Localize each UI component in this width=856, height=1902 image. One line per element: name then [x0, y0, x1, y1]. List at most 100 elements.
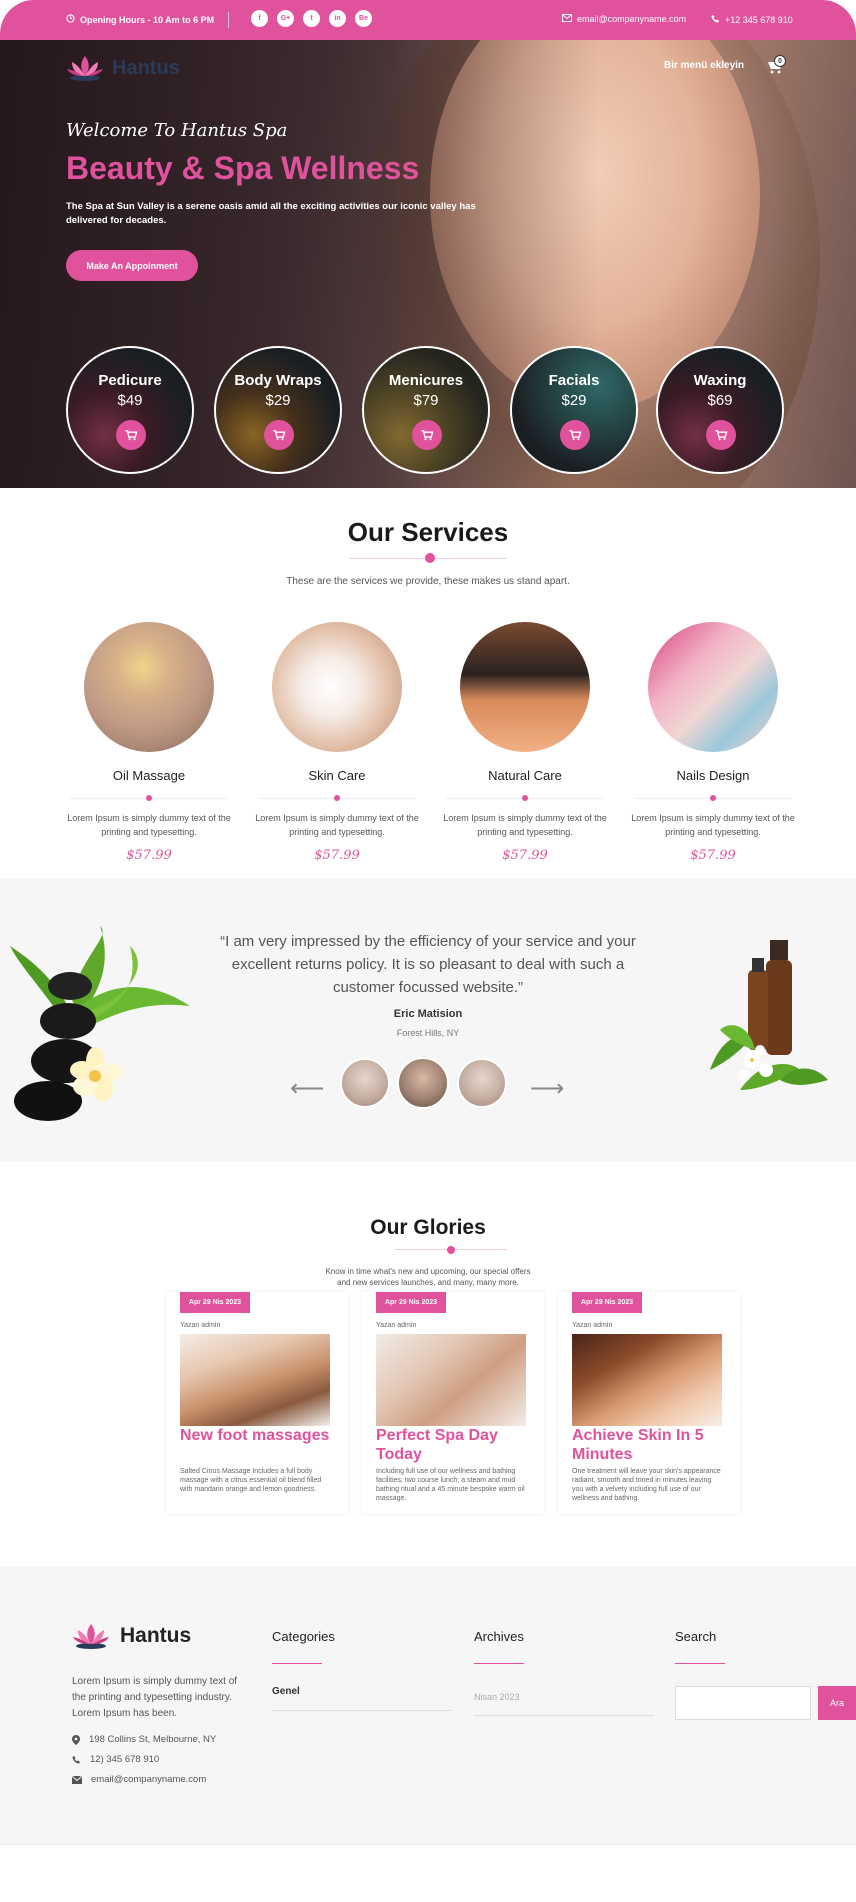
- linkedin-icon[interactable]: in: [329, 10, 346, 27]
- twitter-icon[interactable]: t: [303, 10, 320, 27]
- testimonial-quote: “I am very impressed by the efficiency o…: [220, 933, 636, 996]
- hero-welcome: Welcome To Hantus Spa: [66, 120, 288, 141]
- search-underline: [675, 1663, 725, 1664]
- avatar[interactable]: [340, 1058, 390, 1108]
- bottom-bar: [0, 1844, 856, 1902]
- cart-icon: [569, 430, 582, 441]
- post-excerpt: Salted Citrus Massage Includes a full bo…: [180, 1468, 322, 1493]
- arrow-left-icon[interactable]: ⟵: [290, 1074, 324, 1103]
- clock-icon: [66, 14, 75, 25]
- map-pin-icon: [72, 1734, 80, 1745]
- package-name: Pedicure: [98, 372, 162, 389]
- hero-headline: Beauty & Spa Wellness: [66, 150, 420, 186]
- package-overlay: [658, 348, 782, 472]
- add-to-cart-button[interactable]: [412, 420, 442, 450]
- make-appointment-button[interactable]: Make An Appoinment: [66, 250, 198, 281]
- facebook-icon[interactable]: f: [251, 10, 268, 27]
- post-author[interactable]: Yazan admin: [572, 1322, 612, 1329]
- category-link[interactable]: Genel: [272, 1686, 300, 1697]
- archives-heading: Archives: [474, 1629, 524, 1644]
- package-body-wraps[interactable]: Body Wraps $29: [214, 346, 342, 474]
- header-brand-name: Hantus: [112, 56, 180, 79]
- post-excerpt: Including full use of our wellness and b…: [376, 1468, 525, 1502]
- page: Opening Hours - 10 Am to 6 PM f G+ t in …: [0, 0, 856, 1902]
- footer-about: Lorem Ipsum is simply dummy text of the …: [72, 1676, 238, 1719]
- services-title: Our Services: [347, 517, 509, 547]
- cart-count-badge: 0: [774, 55, 786, 67]
- header-logo[interactable]: Hantus: [66, 54, 180, 82]
- menu-link[interactable]: Bir menü ekleyin: [664, 60, 744, 71]
- add-to-cart-button[interactable]: [116, 420, 146, 450]
- package-overlay: [216, 348, 340, 472]
- package-overlay: [68, 348, 192, 472]
- package-menicures[interactable]: Menicures $79: [362, 346, 490, 474]
- phone-icon: [711, 14, 720, 25]
- blog-card[interactable]: Apr 29 Nis 2023 Yazan admin Achieve Skin…: [558, 1292, 740, 1514]
- search-input[interactable]: [675, 1686, 811, 1720]
- glories-divider-dot: [447, 1246, 455, 1254]
- glories-title: Our Glories: [370, 1216, 486, 1239]
- post-author[interactable]: Yazan admin: [180, 1322, 220, 1329]
- topbar-email-text: email@companyname.com: [577, 14, 687, 24]
- service-divider-dot: [334, 795, 340, 801]
- behance-icon[interactable]: Be: [355, 10, 372, 27]
- service-description: Lorem Ipsum is simply dummy text of the …: [631, 813, 795, 837]
- footer-brand-name: Hantus: [120, 1624, 192, 1647]
- blog-card[interactable]: Apr 29 Nis 2023 Yazan admin Perfect Spa …: [362, 1292, 544, 1514]
- service-price: $57.99: [690, 848, 736, 863]
- top-bar: Opening Hours - 10 Am to 6 PM f G+ t in …: [0, 0, 856, 40]
- services-subtitle: These are the services we provide, these…: [286, 576, 570, 587]
- social-links: f G+ t in Be: [251, 10, 372, 27]
- post-date-badge: Apr 29 Nis 2023: [376, 1292, 446, 1313]
- service-divider-dot: [522, 795, 528, 801]
- post-title[interactable]: Achieve Skin In 5 Minutes: [572, 1426, 732, 1464]
- footer-phone[interactable]: 12) 345 678 910: [72, 1754, 159, 1765]
- service-image: [272, 622, 402, 752]
- search-button[interactable]: Ara: [818, 1686, 856, 1720]
- package-price: $69: [707, 392, 733, 409]
- post-image[interactable]: [572, 1334, 722, 1426]
- footer-email-text: email@companyname.com: [91, 1774, 207, 1785]
- package-price: $29: [561, 392, 587, 409]
- lotus-icon: [67, 56, 103, 81]
- post-title[interactable]: Perfect Spa Day Today: [376, 1426, 536, 1464]
- footer-address: 198 Collins St, Melbourne, NY: [72, 1734, 216, 1745]
- avatar-active[interactable]: [397, 1057, 449, 1109]
- categories-heading: Categories: [272, 1629, 335, 1644]
- footer-logo[interactable]: Hantus: [72, 1622, 191, 1650]
- service-description: Lorem Ipsum is simply dummy text of the …: [255, 813, 419, 837]
- add-to-cart-button[interactable]: [264, 420, 294, 450]
- topbar-phone[interactable]: +12 345 678 910: [711, 14, 793, 25]
- package-name: Waxing: [693, 372, 747, 389]
- archive-link[interactable]: Nisan 2023: [474, 1692, 520, 1702]
- cart-icon: [715, 430, 728, 441]
- package-name: Menicures: [388, 372, 464, 389]
- package-name: Facials: [548, 372, 600, 389]
- post-image[interactable]: [180, 1334, 330, 1426]
- categories-underline: [272, 1663, 322, 1664]
- package-pedicure[interactable]: Pedicure $49: [66, 346, 194, 474]
- avatar[interactable]: [457, 1058, 507, 1108]
- service-price: $57.99: [314, 848, 360, 863]
- lotus-icon: [73, 1624, 109, 1649]
- envelope-icon: [72, 1775, 82, 1784]
- arrow-right-icon[interactable]: ⟶: [530, 1074, 564, 1103]
- opening-hours: Opening Hours - 10 Am to 6 PM: [66, 14, 214, 25]
- add-to-cart-button[interactable]: [560, 420, 590, 450]
- archives-underline: [474, 1663, 524, 1664]
- post-author[interactable]: Yazan admin: [376, 1322, 416, 1329]
- post-image[interactable]: [376, 1334, 526, 1426]
- post-title[interactable]: New foot massages: [180, 1426, 340, 1445]
- google-plus-icon[interactable]: G+: [277, 10, 294, 27]
- topbar-email[interactable]: email@companyname.com: [562, 14, 686, 24]
- add-to-cart-button[interactable]: [706, 420, 736, 450]
- package-price: $79: [413, 392, 439, 409]
- footer: Hantus Lorem Ipsum is simply dummy text …: [0, 1566, 856, 1844]
- footer-email[interactable]: email@companyname.com: [72, 1774, 206, 1785]
- hero-section: Hantus Bir menü ekleyin 0 Welcome To Han…: [0, 40, 856, 488]
- topbar-separator: [228, 12, 229, 28]
- services-divider-dot: [425, 553, 435, 563]
- package-facials[interactable]: Facials $29: [510, 346, 638, 474]
- blog-card[interactable]: Apr 29 Nis 2023 Yazan admin New foot mas…: [166, 1292, 348, 1514]
- package-waxing[interactable]: Waxing $69: [656, 346, 784, 474]
